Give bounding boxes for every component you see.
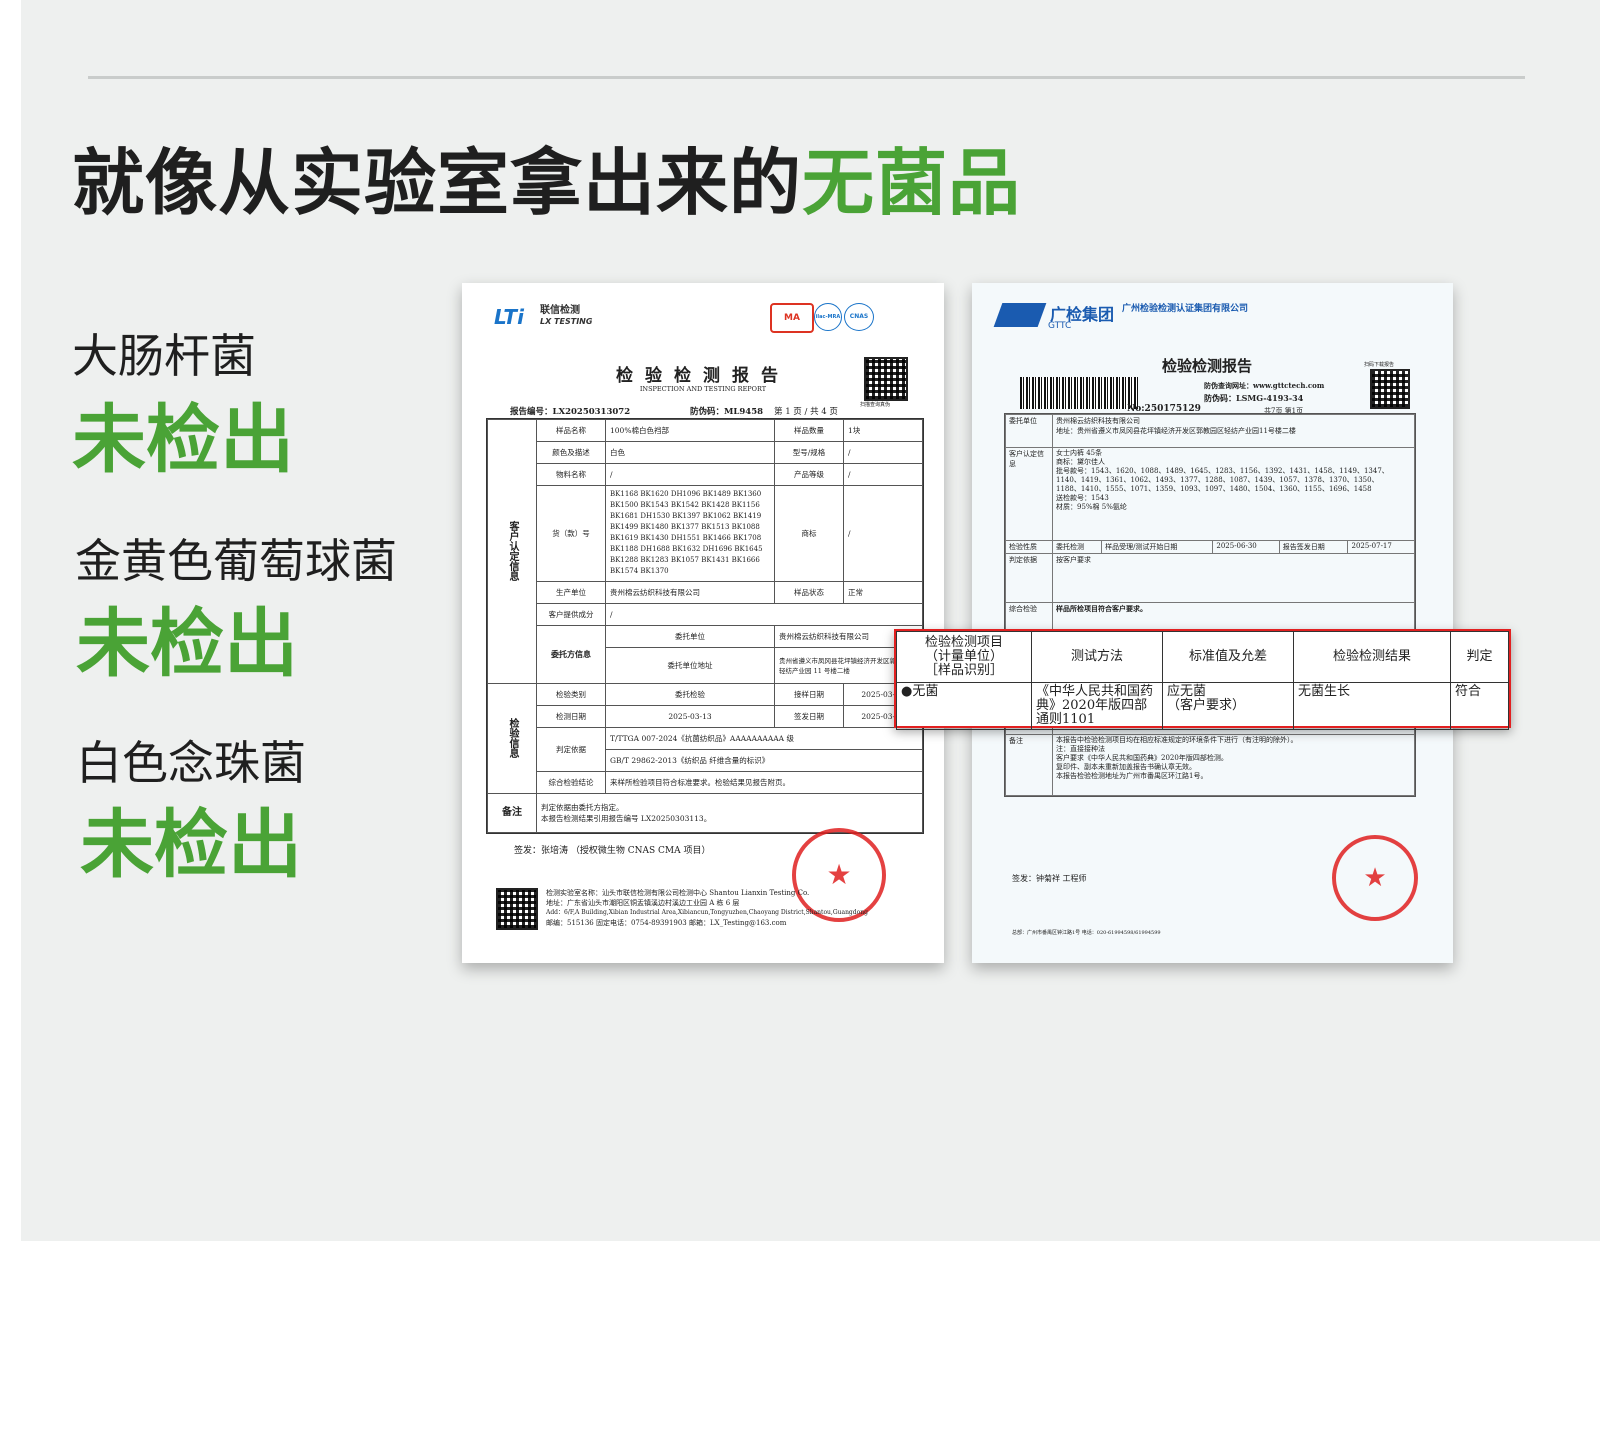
cell-item: ●无菌: [896, 682, 1032, 730]
verify-website: 防伪查询网址：www.gttctech.com: [1204, 381, 1325, 390]
official-seal-right: ★: [1332, 835, 1418, 921]
headline-highlight: 无菌品: [802, 141, 1022, 225]
anti-fake-code: 防伪码：ML9458: [690, 407, 764, 417]
gttc-logo-mark: [993, 303, 1047, 327]
item-numbers: BK1168 BK1620 DH1096 BK1489 BK1360 BK150…: [605, 484, 775, 582]
col-test-method: 测试方法: [1031, 631, 1163, 683]
col-result: 检验检测结果: [1293, 631, 1451, 683]
test-report-right: 广检集团 GTTC 广州检验检测认证集团有限公司 检验检测报告 防伪查询网址：w…: [972, 283, 1453, 963]
page-headline: 就像从实验室拿出来的无菌品: [72, 138, 1021, 228]
headline-main: 就像从实验室拿出来的: [72, 141, 803, 225]
cell-method: 《中华人民共和国药典》2020年版四部通则1101: [1031, 682, 1163, 730]
report-title-right: 检验检测报告: [1162, 357, 1253, 375]
qr-caption: 扫描查询真伪: [860, 402, 891, 408]
highlighted-result-table: 检验检测项目 （计量单位） ［样品识别］ 测试方法 标准值及允差 检验检测结果 …: [894, 629, 1511, 730]
report-table-right: 委托单位 贵州棉云纺织科技有限公司 地址：贵州省遵义市凤冈县花坪镇经济开发区郭教园区…: [1004, 413, 1416, 797]
report-number: 报告编号：LX20250313072: [510, 407, 631, 417]
col-standard: 标准值及允差: [1162, 631, 1294, 683]
cell-result: 无菌生长: [1293, 682, 1451, 730]
bacteria-result-candida: 未检出: [80, 802, 302, 888]
qr-code: [864, 357, 908, 401]
signature-line-right: 签发：钟菊祥 工程师: [1012, 874, 1087, 883]
report-footer: 检测实验室名称：汕头市联信检测有限公司检测中心 Shantou Lianxin …: [546, 889, 868, 927]
barcode: [1020, 377, 1138, 409]
report-footer-right: 总部：广州市番禺区钟江路1号 电话：020-61994598/61994599: [1012, 930, 1161, 936]
cell-verdict: 符合: [1450, 682, 1509, 730]
anti-fake-code-right: 防伪码：LSMG-4193-34: [1204, 393, 1304, 403]
section-entrust: 委托方信息: [536, 624, 606, 684]
col-verdict: 判定: [1450, 631, 1509, 683]
cma-mark: MA: [770, 303, 814, 333]
lxtesting-logo: LTi: [494, 305, 524, 329]
bacteria-name-candida: 白色念珠菌: [76, 736, 306, 790]
top-divider: [88, 76, 1525, 79]
col-test-item: 检验检测项目 （计量单位） ［样品识别］: [896, 631, 1032, 683]
section-test: 检验信息: [487, 682, 537, 794]
page-indicator: 第 1 页 / 共 4 页: [774, 407, 838, 417]
signature-line: 签发：张培涛 （授权微生物 CNAS CMA 项目）: [514, 846, 711, 856]
gttc-logo-sub: GTTC: [1048, 321, 1072, 331]
section-client: 客户认定信息: [487, 419, 537, 684]
cell-standard: 应无菌 （客户要求）: [1162, 682, 1294, 730]
cnas-mark: CNAS: [844, 303, 874, 331]
report-table: 客户认定信息 样品名称 100%棉白色裆部 样品数量 1块 颜色及描述 白色 型号/规格…: [486, 418, 924, 834]
bacteria-result-staph: 未检出: [76, 601, 298, 687]
qr-caption-right: 扫码下载报告: [1364, 362, 1395, 368]
footer-qr-code: [496, 888, 538, 930]
bacteria-result-ecoli: 未检出: [72, 397, 294, 483]
ilac-mark: ilac-MRA: [814, 303, 842, 331]
gttc-org-name: 广州检验检测认证集团有限公司: [1122, 304, 1249, 314]
section-note: 备注: [487, 792, 537, 834]
bacteria-name-staph: 金黄色葡萄球菌: [75, 534, 397, 588]
qr-code-right: [1370, 369, 1410, 409]
bacteria-name-ecoli: 大肠杆菌: [72, 329, 256, 383]
lxtesting-brand: 联信检测 LX TESTING: [540, 305, 593, 326]
test-report-left: LTi 联信检测 LX TESTING MA ilac-MRA CNAS 检验检测…: [462, 283, 944, 963]
